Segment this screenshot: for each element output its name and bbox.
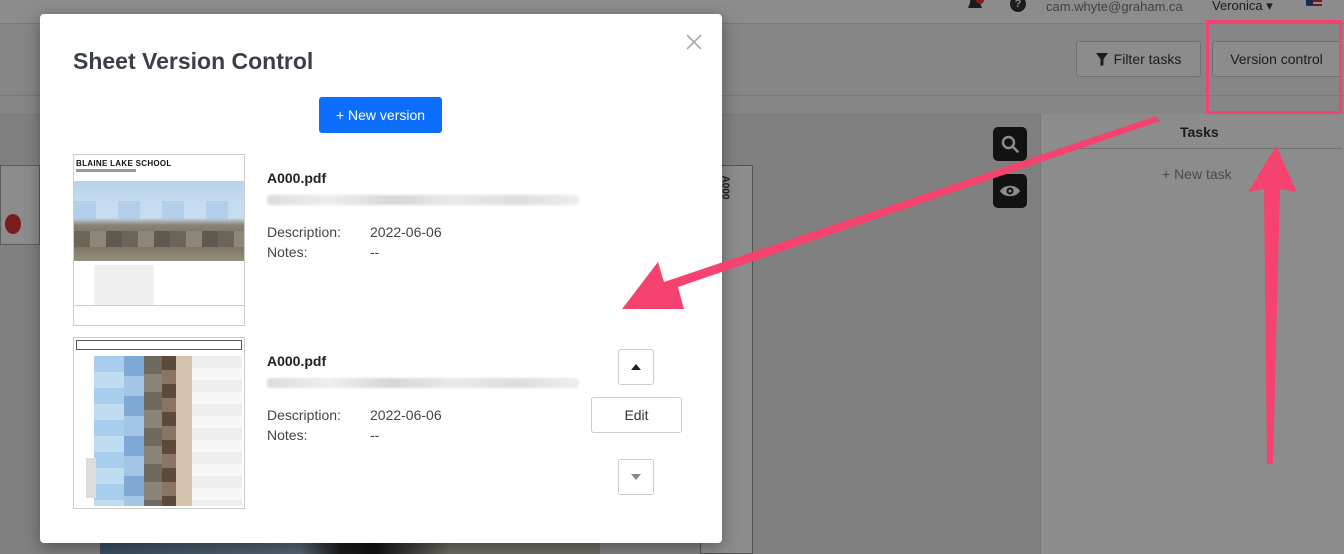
version-item: A000.pdf Description: 2022-06-06 Notes: … [73,337,713,509]
notes-value: -- [370,427,380,443]
version-file-name: A000.pdf [267,353,327,369]
thumbnail-title: BLAINE LAKE SCHOOL [76,159,172,168]
modal-title: Sheet Version Control [73,48,314,74]
version-item: BLAINE LAKE SCHOOL A000.pdf Description:… [73,154,713,326]
description-value: 2022-06-06 [370,224,442,240]
move-down-button[interactable] [618,459,654,495]
version-thumbnail[interactable]: BLAINE LAKE SCHOOL [73,154,245,326]
caret-down-icon [631,474,641,480]
annotation-highlight-box [1206,20,1342,114]
version-control-modal: Sheet Version Control + New version BLAI… [40,14,722,543]
description-value: 2022-06-06 [370,407,442,423]
caret-up-icon [631,364,641,370]
notes-value: -- [370,244,380,260]
version-file-name: A000.pdf [267,170,327,186]
uploaded-by-text [267,195,579,205]
notes-label: Notes: [267,244,308,260]
edit-button[interactable]: Edit [591,397,682,433]
description-label: Description: [267,407,341,423]
notes-label: Notes: [267,427,308,443]
description-label: Description: [267,224,341,240]
move-up-button[interactable] [618,349,654,385]
close-icon[interactable] [684,32,704,52]
uploaded-by-text [267,378,579,388]
version-thumbnail[interactable] [73,337,245,509]
new-version-button[interactable]: + New version [319,97,442,133]
